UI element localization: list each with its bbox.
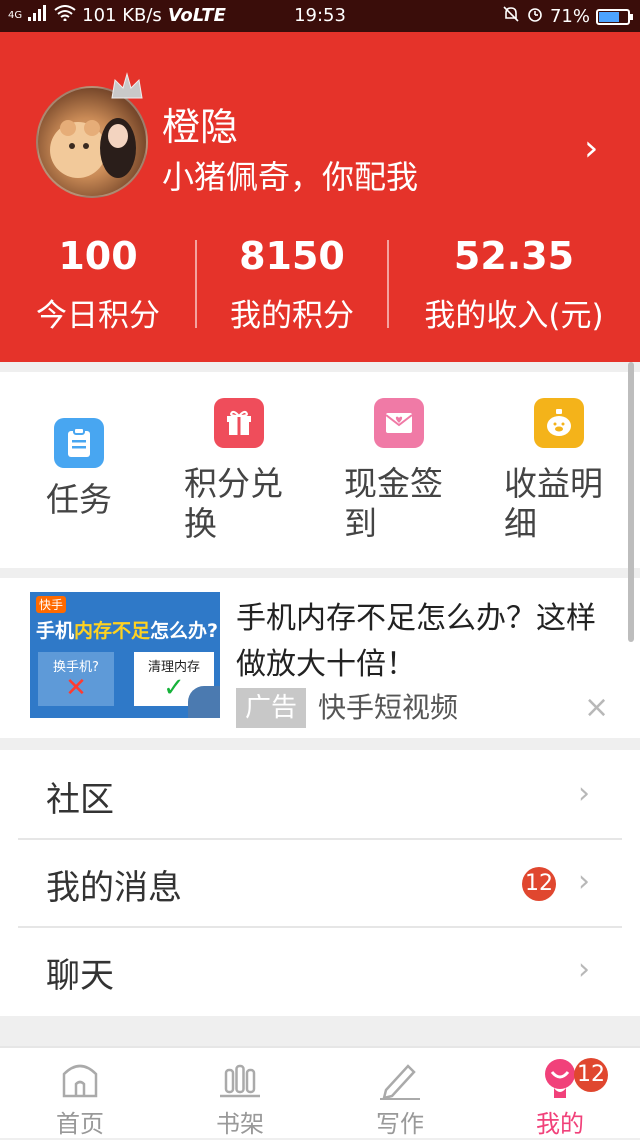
stat-label: 我的收入(元) bbox=[424, 298, 604, 334]
piggy-bank-icon bbox=[534, 398, 584, 448]
quick-action-label: 任务 bbox=[46, 480, 112, 519]
ad-title[interactable]: 手机内存不足怎么办？这样做放大十倍！ bbox=[236, 596, 616, 688]
bookshelf-icon bbox=[220, 1064, 260, 1098]
tab-badge: 12 bbox=[574, 1058, 608, 1092]
stat-label: 今日积分 bbox=[36, 298, 160, 334]
stat-label: 我的积分 bbox=[230, 298, 354, 334]
ad-image-headline-b: 内存不足 bbox=[74, 620, 151, 642]
ad-source: 快手短视频 bbox=[318, 691, 459, 724]
home-icon bbox=[62, 1064, 98, 1098]
tab-write[interactable]: 写作 bbox=[320, 1048, 480, 1140]
chevron-right-icon[interactable]: › bbox=[584, 128, 598, 169]
alarm-icon bbox=[526, 5, 544, 28]
gift-icon bbox=[214, 398, 264, 448]
quick-action-label: 到 bbox=[344, 504, 377, 543]
quick-action-earnings-detail[interactable]: 收益明 细 bbox=[480, 372, 640, 568]
envelope-heart-icon bbox=[374, 398, 424, 448]
status-bar: 4G 101 KB/s VoLTE 19:53 71% bbox=[0, 0, 640, 32]
menu-label: 社区 bbox=[46, 780, 114, 820]
tab-label: 写作 bbox=[376, 1110, 424, 1138]
user-signature: 小猪佩奇，你配我 bbox=[162, 158, 419, 196]
mute-icon bbox=[502, 5, 520, 28]
tab-label: 书架 bbox=[216, 1110, 264, 1138]
menu-label: 我的消息 bbox=[46, 868, 182, 908]
ad-card[interactable]: 快手 手机内存不足怎么办? 换手机? ✕ 清理内存 ✓ 手机内存不足怎么办？这样… bbox=[0, 578, 640, 738]
chevron-right-icon: › bbox=[578, 776, 590, 811]
ad-option-box: 换手机? ✕ bbox=[38, 652, 114, 706]
stat-my-points[interactable]: 8150 我的积分 bbox=[196, 232, 388, 340]
crown-icon bbox=[110, 72, 144, 102]
profile-header[interactable]: 橙隐 小猪佩奇，你配我 › 100 今日积分 8150 我的积分 52.35 我… bbox=[0, 32, 640, 362]
ad-image-headline: 手机内存不足怎么办? bbox=[36, 616, 218, 643]
gear-icon bbox=[188, 686, 220, 718]
pen-icon bbox=[380, 1064, 420, 1100]
ad-image-headline-a: 手机 bbox=[36, 620, 75, 642]
clipboard-icon bbox=[54, 418, 104, 468]
tab-label: 我的 bbox=[536, 1110, 584, 1138]
quick-action-label: 换 bbox=[184, 504, 217, 543]
tab-bookshelf[interactable]: 书架 bbox=[160, 1048, 320, 1140]
username: 橙隐 bbox=[162, 105, 239, 149]
stats-row: 100 今日积分 8150 我的积分 52.35 我的收入(元) bbox=[0, 232, 640, 342]
chevron-right-icon: › bbox=[578, 952, 590, 987]
chevron-right-icon: › bbox=[578, 864, 590, 899]
ad-image[interactable]: 快手 手机内存不足怎么办? 换手机? ✕ 清理内存 ✓ bbox=[30, 592, 220, 718]
quick-action-cash-checkin[interactable]: 现金签 到 bbox=[320, 372, 480, 568]
bottom-tab-bar: 首页 书架 写作 12 我的 bbox=[0, 1046, 640, 1138]
battery-icon bbox=[596, 8, 633, 25]
stat-value: 100 bbox=[58, 234, 138, 278]
avatar[interactable] bbox=[36, 86, 148, 198]
stat-today-points[interactable]: 100 今日积分 bbox=[0, 232, 196, 340]
quick-action-tasks[interactable]: 任务 bbox=[0, 372, 160, 568]
cross-icon: ✕ bbox=[65, 673, 87, 703]
quick-action-label: 积分兑 bbox=[184, 464, 283, 503]
quick-action-label: 收益明 bbox=[504, 464, 603, 503]
quick-action-points-exchange[interactable]: 积分兑 换 bbox=[160, 372, 320, 568]
menu-item-community[interactable]: 社区 › bbox=[0, 752, 640, 840]
scrollbar[interactable] bbox=[628, 362, 634, 642]
quick-action-label: 细 bbox=[504, 504, 537, 543]
ad-image-brand: 快手 bbox=[36, 596, 67, 613]
tab-home[interactable]: 首页 bbox=[0, 1048, 160, 1140]
menu-list: 社区 › 我的消息 12 › 聊天 › bbox=[0, 750, 640, 1016]
menu-label: 聊天 bbox=[46, 956, 114, 996]
menu-item-messages[interactable]: 我的消息 12 › bbox=[0, 840, 640, 928]
close-icon[interactable]: × bbox=[584, 688, 609, 728]
quick-actions: 任务 积分兑 换 现金签 到 收益明 细 bbox=[0, 372, 640, 568]
battery-fill bbox=[599, 11, 619, 22]
tab-mine[interactable]: 12 我的 bbox=[480, 1048, 640, 1140]
battery-percent: 71% bbox=[549, 6, 590, 27]
stat-value: 52.35 bbox=[453, 234, 575, 278]
ad-tag: 广告 bbox=[236, 688, 306, 728]
quick-action-label: 现金签 bbox=[344, 464, 443, 503]
message-badge: 12 bbox=[522, 867, 556, 901]
stat-my-income[interactable]: 52.35 我的收入(元) bbox=[388, 232, 640, 340]
ad-image-headline-c: 怎么办? bbox=[150, 620, 219, 642]
tab-label: 首页 bbox=[56, 1110, 104, 1138]
menu-item-chat[interactable]: 聊天 › bbox=[0, 928, 640, 1016]
stat-value: 8150 bbox=[239, 234, 345, 278]
